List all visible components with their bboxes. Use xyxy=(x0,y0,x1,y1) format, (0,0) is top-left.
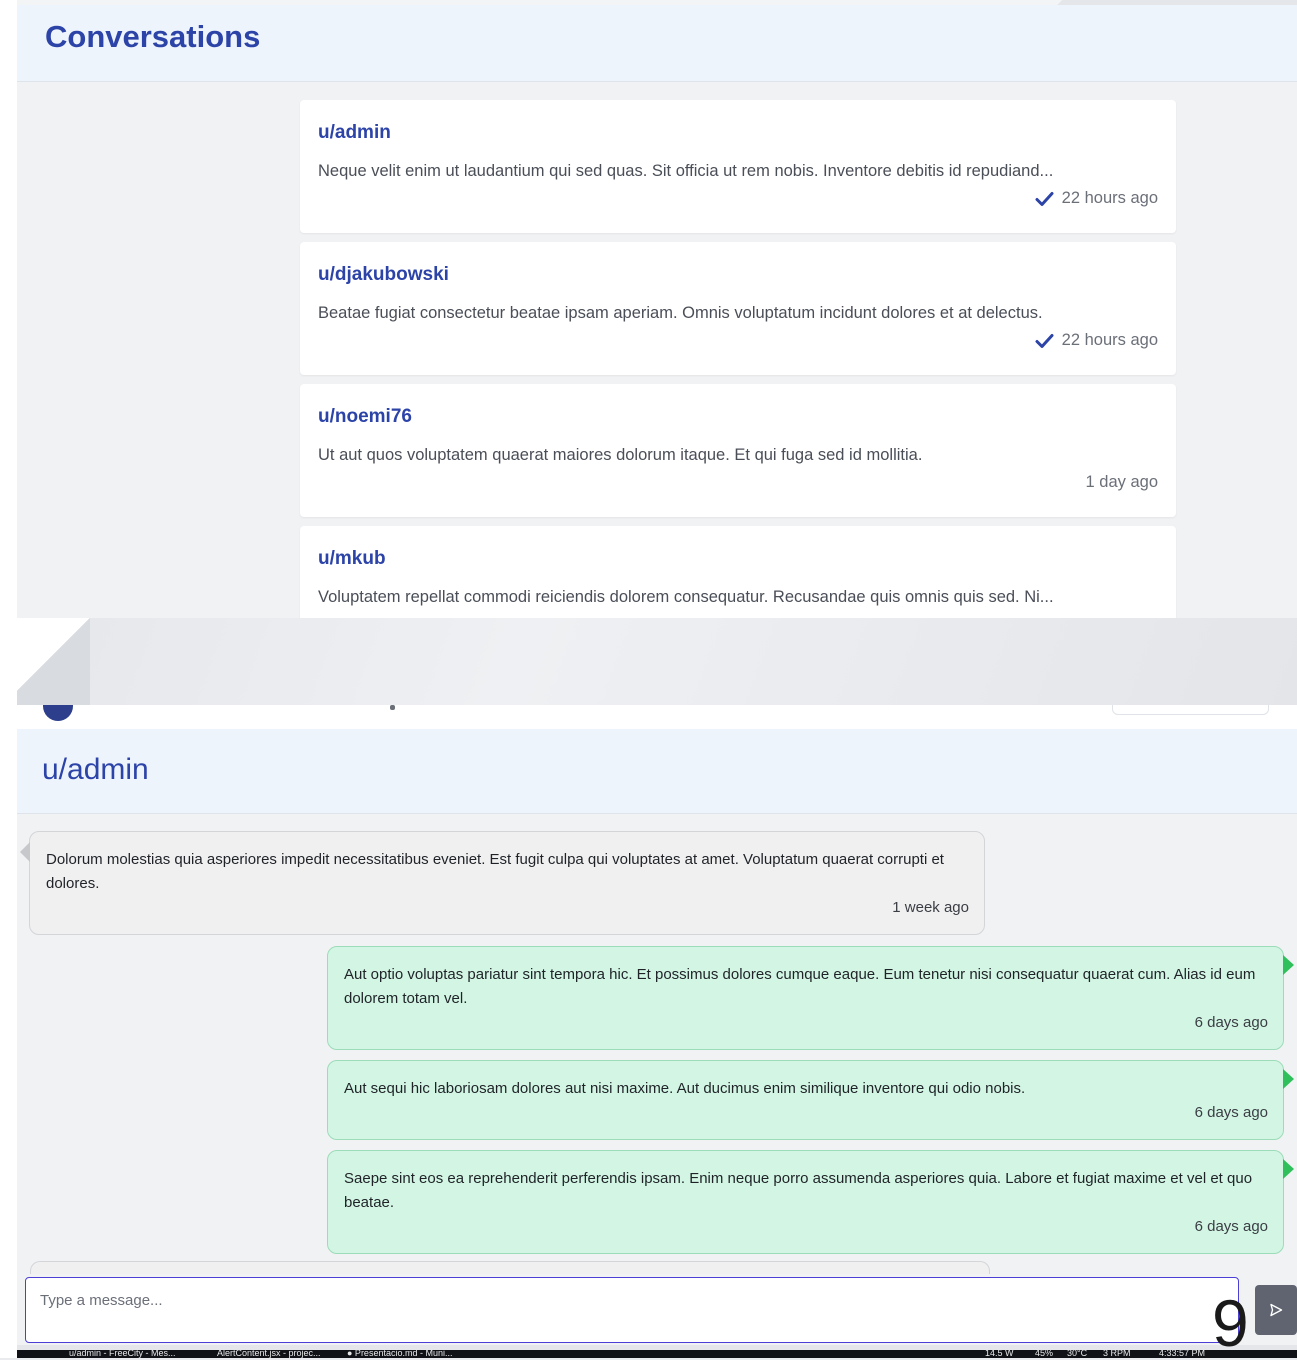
nav-fragment xyxy=(390,705,395,710)
conversation-time: 22 hours ago xyxy=(1061,331,1158,349)
conversation-item[interactable]: u/mkub Voluptatem repellat commodi reici… xyxy=(300,526,1176,618)
chat-header: u/admin xyxy=(17,729,1297,814)
taskbar-status: 45% xyxy=(1035,1350,1054,1358)
conversation-snippet: Neque velit enim ut laudantium qui sed q… xyxy=(318,162,1054,180)
taskbar-item[interactable]: AlertContent.jsx - projec... xyxy=(217,1350,321,1358)
conversation-snippet: Ut aut quos voluptatem quaerat maiores d… xyxy=(318,446,923,464)
message-incoming-partial xyxy=(30,1261,990,1274)
taskbar-status: 14.5 W xyxy=(985,1350,1014,1358)
logo-icon[interactable] xyxy=(43,705,73,721)
conversations-header: Conversations xyxy=(17,5,1297,82)
conversation-snippet: Voluptatem repellat commodi reiciendis d… xyxy=(318,588,1054,606)
backdrop-stripe xyxy=(0,618,1297,708)
message-incoming: Dolorum molestias quia asperiores impedi… xyxy=(20,831,985,935)
message-outgoing: Aut optio voluptas pariatur sint tempora… xyxy=(327,946,1294,1050)
conversations-panel: Conversations u/admin Neque velit enim u… xyxy=(17,5,1297,618)
taskbar: u/admin - FreeCity - Mes... AlertContent… xyxy=(17,1350,1297,1358)
message-input[interactable] xyxy=(25,1277,1239,1343)
bubble-tail xyxy=(20,842,30,862)
bubble-tail xyxy=(1283,1069,1294,1089)
conversation-meta: 22 hours ago xyxy=(1035,189,1158,208)
check-icon xyxy=(1035,333,1054,348)
conversation-username[interactable]: u/noemi76 xyxy=(318,406,412,428)
taskbar-clock: 4:33:57 PM xyxy=(1159,1350,1206,1358)
conversation-time: 22 hours ago xyxy=(1061,189,1158,207)
send-icon xyxy=(1270,1303,1283,1317)
conversation-snippet: Beatae fugiat consectetur beatae ipsam a… xyxy=(318,304,1043,322)
conversation-item[interactable]: u/noemi76 Ut aut quos voluptatem quaerat… xyxy=(300,384,1176,517)
conversation-meta: 1 day ago xyxy=(1086,473,1158,492)
bubble-tail xyxy=(1283,1159,1294,1179)
message-time: 6 days ago xyxy=(1194,1104,1268,1121)
overlay-number: 9 xyxy=(1212,1286,1249,1360)
send-button[interactable] xyxy=(1255,1285,1297,1335)
message-outgoing: Aut sequi hic laboriosam dolores aut nis… xyxy=(327,1060,1294,1140)
conversation-item[interactable]: u/admin Neque velit enim ut laudantium q… xyxy=(300,100,1176,233)
page-title: Conversations xyxy=(45,19,261,54)
conversation-item[interactable]: u/djakubowski Beatae fugiat consectetur … xyxy=(300,242,1176,375)
left-margin xyxy=(0,0,17,1358)
chat-title: u/admin xyxy=(42,753,149,786)
chat-panel: u/admin Dolorum molestias quia asperiore… xyxy=(17,705,1297,1345)
taskbar-status: 30°C xyxy=(1067,1350,1088,1358)
conversation-username[interactable]: u/djakubowski xyxy=(318,264,449,286)
message-time: 6 days ago xyxy=(1194,1218,1268,1235)
message-text: Dolorum molestias quia asperiores impedi… xyxy=(46,851,944,892)
conversation-list: u/admin Neque velit enim ut laudantium q… xyxy=(300,100,1176,618)
taskbar-item[interactable]: u/admin - FreeCity - Mes... xyxy=(69,1350,176,1358)
message-text: Aut optio voluptas pariatur sint tempora… xyxy=(344,966,1256,1007)
conversation-username[interactable]: u/mkub xyxy=(318,548,386,570)
message-text: Aut sequi hic laboriosam dolores aut nis… xyxy=(344,1080,1026,1097)
bubble-tail xyxy=(1283,955,1294,975)
nav-button[interactable] xyxy=(1112,705,1269,715)
conversation-meta: 22 hours ago xyxy=(1035,331,1158,350)
message-time: 6 days ago xyxy=(1194,1014,1268,1031)
message-outgoing: Saepe sint eos ea reprehenderit perferen… xyxy=(327,1150,1294,1254)
message-text: Saepe sint eos ea reprehenderit perferen… xyxy=(344,1170,1253,1211)
navbar xyxy=(17,705,1297,730)
taskbar-status: 3 RPM xyxy=(1103,1350,1131,1358)
message-time: 1 week ago xyxy=(892,899,969,916)
conversation-username[interactable]: u/admin xyxy=(318,122,391,144)
conversation-time: 1 day ago xyxy=(1085,473,1158,491)
taskbar-item[interactable]: ● Presentacio.md - Muni... xyxy=(347,1350,452,1358)
check-icon xyxy=(1035,191,1054,206)
